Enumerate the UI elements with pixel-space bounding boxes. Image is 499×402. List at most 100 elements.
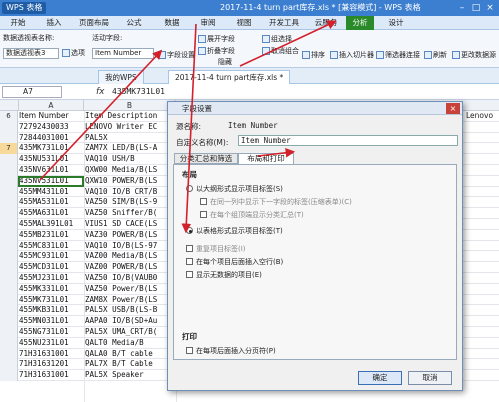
- field-settings-button[interactable]: 字段设置: [158, 50, 195, 60]
- tab-cloud[interactable]: 云服务: [308, 16, 344, 30]
- cell-item-number[interactable]: 72792430033: [19, 122, 82, 132]
- checkbox-page-break[interactable]: [186, 347, 193, 354]
- tab-view[interactable]: 视图: [230, 16, 258, 30]
- cell-item-description[interactable]: VAZ00 POWER/B(LS: [85, 262, 175, 272]
- row-number[interactable]: [0, 240, 18, 252]
- option-tabular-form[interactable]: 以表格形式显示项目标签(T): [186, 227, 283, 236]
- custom-name-input[interactable]: Item Number: [238, 135, 458, 146]
- cell-item-number[interactable]: 435MK731L01: [19, 143, 82, 153]
- cell-item-number[interactable]: 455MA531L01: [19, 197, 82, 207]
- cell-item-description[interactable]: VAZ50 Power/B(LS: [85, 284, 175, 294]
- row-number[interactable]: [0, 251, 18, 263]
- cell-item-description[interactable]: VAQ10 IO/B CRT/B: [85, 187, 175, 197]
- tab-formula[interactable]: 公式: [120, 16, 148, 30]
- row-number[interactable]: [0, 348, 18, 360]
- tab-subtotals-filters[interactable]: 分类汇总和筛选: [174, 153, 238, 164]
- row-number[interactable]: [0, 132, 18, 144]
- checkbox-blank-line[interactable]: [186, 258, 193, 265]
- cell-item-description[interactable]: VAQ10 USH/B: [85, 154, 175, 164]
- row-number[interactable]: [0, 283, 18, 295]
- row-number[interactable]: [0, 359, 18, 371]
- checkbox-subtotal-top[interactable]: [200, 211, 207, 218]
- name-box[interactable]: A7: [2, 86, 62, 98]
- option-outline-form[interactable]: 以大纲形式显示项目标签(S): [186, 185, 283, 194]
- hide-button[interactable]: 隐藏: [218, 57, 232, 67]
- doc-tab-workbook[interactable]: 2017-11-4 turn part库存.xls *: [168, 70, 291, 84]
- cell-item-number[interactable]: 455MK331L01: [19, 284, 82, 294]
- cell-item-description[interactable]: ZAM7X LED/B(LS-A: [85, 143, 175, 153]
- cell-item-number[interactable]: 455MC831L01: [19, 241, 82, 251]
- tab-design[interactable]: 设计: [382, 16, 410, 30]
- cell-item-number[interactable]: 455MM431L01: [19, 187, 82, 197]
- tab-review[interactable]: 审阅: [194, 16, 222, 30]
- cell-item-description[interactable]: Item Description: [85, 111, 175, 121]
- cell-item-number[interactable]: 455MJ231L01: [19, 273, 82, 283]
- change-source-button[interactable]: 更改数据源: [452, 50, 496, 60]
- cell-item-number[interactable]: 72844031001: [19, 133, 82, 143]
- row-number[interactable]: [0, 370, 18, 381]
- cell-item-number[interactable]: 455MA631L01: [19, 208, 82, 218]
- expand-field-button[interactable]: 展开字段: [198, 34, 235, 44]
- cell-item-description[interactable]: VIUS1 SD CACE(LS: [85, 219, 175, 229]
- column-header-a[interactable]: A: [19, 100, 84, 111]
- tab-home[interactable]: 开始: [4, 16, 32, 30]
- cell-item-description[interactable]: QALA0 B/T cable: [85, 349, 175, 359]
- fx-icon[interactable]: fx: [96, 86, 105, 98]
- tab-page-layout[interactable]: 页面布局: [74, 16, 114, 30]
- row-number[interactable]: [0, 337, 18, 349]
- dialog-close-button[interactable]: ×: [446, 103, 460, 114]
- doc-tab-my-wps[interactable]: 我的WPS: [98, 70, 144, 84]
- row-number[interactable]: [0, 327, 18, 338]
- row-number[interactable]: [0, 229, 18, 241]
- row-number[interactable]: [0, 165, 18, 176]
- cell-item-description[interactable]: VAZ00 Media/B(LS: [85, 251, 175, 261]
- cell-item-description[interactable]: VAZ50 Sniffer/B(: [85, 208, 175, 218]
- row-number[interactable]: [0, 294, 18, 306]
- cell-item-description[interactable]: LENOVO Writer EC: [85, 122, 175, 132]
- cell-item-number[interactable]: 455MN031L01: [19, 316, 82, 326]
- row-number[interactable]: [0, 273, 18, 284]
- option-page-break[interactable]: 在每项后面插入分页符(P): [186, 347, 276, 356]
- cell-item-description[interactable]: QXW00 Media/B(LS: [85, 165, 175, 175]
- option-subtotal-top[interactable]: 在每个组顶端显示分类汇总(T): [200, 211, 304, 220]
- cell-item-number[interactable]: 71H31631201: [19, 359, 82, 369]
- row-number[interactable]: 7: [0, 143, 18, 155]
- cell-item-description[interactable]: QALT0 Media/B: [85, 338, 175, 348]
- tab-analyze[interactable]: 分析: [346, 16, 374, 30]
- ok-button[interactable]: 确定: [358, 371, 402, 385]
- options-button[interactable]: 选项: [62, 48, 85, 58]
- checkbox-compact[interactable]: [200, 198, 207, 205]
- row-number[interactable]: [0, 197, 18, 209]
- cell-item-number[interactable]: 455MAL391L01: [19, 219, 82, 229]
- tab-insert[interactable]: 插入: [40, 16, 68, 30]
- option-blank-line[interactable]: 在每个项目后面插入空行(B): [186, 258, 283, 267]
- row-number[interactable]: [0, 262, 18, 273]
- row-number[interactable]: [0, 219, 18, 230]
- filter-connection-button[interactable]: 筛选器连接: [376, 50, 420, 60]
- option-compact-form[interactable]: 在同一列中显示下一字段的标签(压缩表单)(C): [200, 198, 352, 207]
- group-selection-button[interactable]: 组选择: [262, 34, 292, 44]
- row-number[interactable]: [0, 175, 18, 187]
- checkbox-show-no-data[interactable]: [186, 271, 193, 278]
- radio-outline[interactable]: [186, 185, 193, 192]
- cell-item-description[interactable]: PAL5X: [85, 133, 175, 143]
- option-show-no-data[interactable]: 显示无数据的项目(E): [186, 271, 262, 280]
- row-number[interactable]: [0, 208, 18, 219]
- cell-item-description[interactable]: VAQ10 IO/B(LS-97: [85, 241, 175, 251]
- cell-item-description[interactable]: ZAM8X Power/B(LS: [85, 295, 175, 305]
- cell-item-description[interactable]: PAL7X B/T Cable: [85, 359, 175, 369]
- cancel-button[interactable]: 取消: [408, 371, 452, 385]
- minimize-button[interactable]: –: [455, 2, 469, 14]
- cell-item-description[interactable]: PAL5X USB/B(LS-B: [85, 305, 175, 315]
- tab-data[interactable]: 数据: [158, 16, 186, 30]
- row-number[interactable]: [0, 316, 18, 327]
- pivot-name-input[interactable]: 数据透视表3: [3, 48, 59, 59]
- cell-right[interactable]: Lenovo: [466, 111, 493, 121]
- row-number[interactable]: [0, 121, 18, 133]
- insert-slicer-button[interactable]: 插入切片器: [330, 50, 374, 60]
- option-repeat-labels[interactable]: 重复项目标签(I): [186, 245, 246, 254]
- cell-item-number[interactable]: 455NU231L01: [19, 338, 82, 348]
- cell-item-number[interactable]: 435NU531L01: [19, 154, 82, 164]
- cell-item-description[interactable]: AAPA0 IO/B(SD+Au: [85, 316, 175, 326]
- cell-item-number[interactable]: 455NG731L01: [19, 327, 82, 337]
